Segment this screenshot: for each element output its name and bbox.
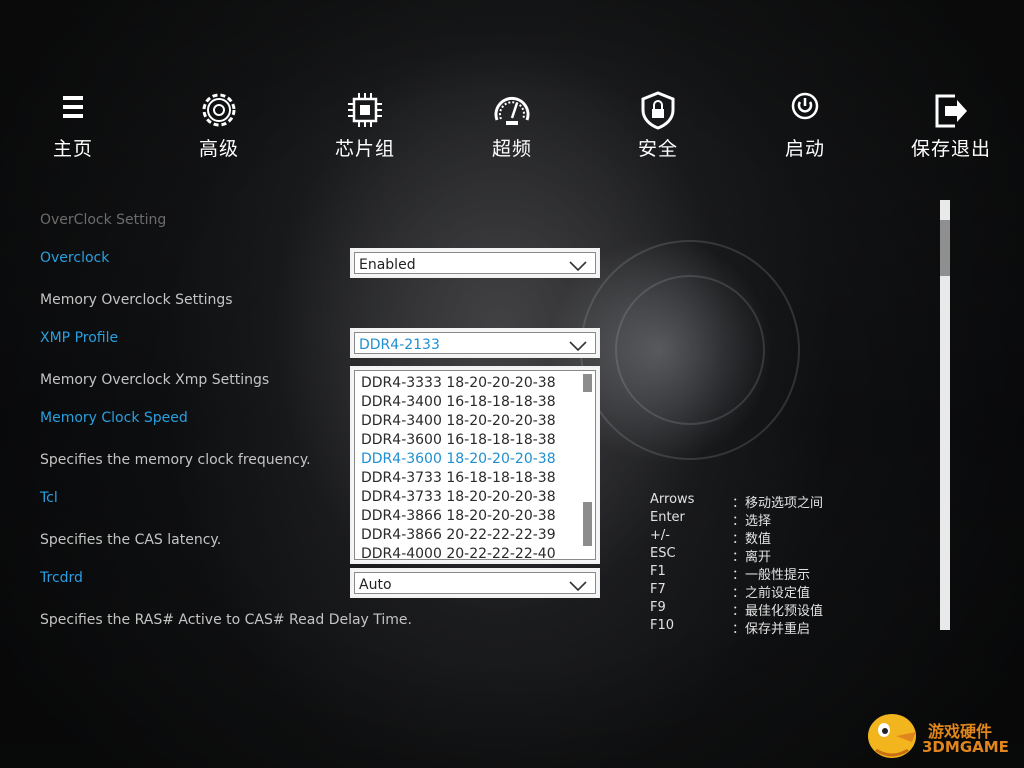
help-desc: ：数值 [732,532,772,547]
trcdrd-select-box: Auto [354,572,596,594]
dropdown-scroll-arrow-up[interactable] [583,374,592,392]
xmp-profile-dropdown[interactable]: DDR4-3333 18-20-20-20-38 DDR4-3400 16-18… [350,366,600,564]
help-desc: ：离开 [732,550,772,565]
help-desc: ：最佳化预设值 [732,604,824,619]
dropdown-option[interactable]: DDR4-3733 16-18-18-18-38 [361,469,581,488]
help-panel: Arrows ：移动选项之间 Enter ：选择 +/- ：数值 ESC ：离开 F1 ：… [650,492,900,637]
dropdown-option[interactable]: DDR4-3400 18-20-20-20-38 [361,412,581,431]
watermark-text-en: 3DMGAME [922,738,1009,756]
overclock-select-value: Enabled [359,257,416,273]
exit-icon [935,94,967,128]
gear-icon [202,93,236,127]
help-desc: ：一般性提示 [732,568,811,583]
mem-oc-settings-text: Memory Overclock Settings [40,292,233,308]
tcl-desc: Specifies the CAS latency. [40,532,222,548]
help-row: Enter ：选择 [650,510,900,529]
chip-icon [348,93,382,127]
help-key: +/- [650,528,670,543]
help-row: ESC ：离开 [650,546,900,565]
main-scroll-thumb[interactable] [940,220,950,276]
menu-icon [63,96,83,118]
help-row: F1 ：一般性提示 [650,564,900,583]
chevron-down-icon [569,261,587,272]
trcdrd-desc: Specifies the RAS# Active to CAS# Read D… [40,612,412,628]
tcl-label[interactable]: Tcl [40,490,58,506]
dropdown-option[interactable]: DDR4-3733 18-20-20-20-38 [361,488,581,507]
nav-item-label: 超频 [491,138,532,160]
nav-item-label: 高级 [198,138,239,160]
dropdown-option[interactable]: DDR4-4000 20-22-22-22-40 [361,545,581,559]
speedometer-icon [494,97,530,125]
help-desc: ：保存并重启 [732,622,811,637]
background-ring-inner [615,275,765,425]
trcdrd-select-value: Auto [359,577,392,593]
nav-item-label: 启动 [784,138,825,160]
dropdown-box: DDR4-3333 18-20-20-20-38 DDR4-3400 16-18… [354,370,596,560]
section-title: OverClock Setting [40,212,167,228]
memory-clock-speed-label[interactable]: Memory Clock Speed [40,410,188,426]
dropdown-option[interactable]: DDR4-3600 18-20-20-20-38 [361,450,581,469]
dropdown-option[interactable]: DDR4-3866 20-22-22-22-39 [361,526,581,545]
nav-item-label: 安全 [637,138,678,160]
chevron-down-icon [569,581,587,592]
dropdown-scroll-thumb[interactable] [583,502,592,546]
nav-item-label: 芯片组 [334,138,395,160]
overclock-select[interactable]: Enabled [350,248,600,278]
trcdrd-select[interactable]: Auto [350,568,600,598]
dropdown-option[interactable]: DDR4-3600 16-18-18-18-38 [361,431,581,450]
watermark-logo: 游戏硬件 3DMGAME [862,706,1012,762]
help-desc: ：移动选项之间 [732,496,824,511]
background-ring-outer [580,240,800,460]
chevron-down-icon [569,341,587,352]
main-scrollbar[interactable] [940,200,950,630]
help-row: F9 ：最佳化预设值 [650,600,900,619]
help-key: Arrows [650,492,695,507]
xmp-profile-label[interactable]: XMP Profile [40,330,118,346]
help-key: F7 [650,582,666,597]
help-row: F7 ：之前设定值 [650,582,900,601]
nav-item-save-exit[interactable]: 保存退出 [896,84,1006,164]
help-key: F10 [650,618,675,633]
dropdown-scrollbar[interactable] [583,374,592,559]
xmp-profile-select[interactable]: DDR4-2133 [350,328,600,358]
overclock-label[interactable]: Overclock [40,250,109,266]
help-key: F9 [650,600,666,615]
help-key: Enter [650,510,685,525]
help-key: ESC [650,546,676,561]
nav-item-label: 保存退出 [910,138,991,160]
top-navigation: 主页 高级 芯片组 超频 安全 启动 保存退出 [0,84,1024,164]
help-row: Arrows ：移动选项之间 [650,492,900,511]
help-desc: ：选择 [732,514,772,529]
mem-oc-xmp-settings-text: Memory Overclock Xmp Settings [40,372,270,388]
help-row: F10 ：保存并重启 [650,618,900,637]
nav-item-security[interactable]: 安全 [603,84,713,164]
help-desc: ：之前设定值 [732,586,811,601]
power-icon [791,92,819,120]
dropdown-option[interactable]: DDR4-3866 18-20-20-20-38 [361,507,581,526]
nav-item-boot[interactable]: 启动 [750,84,860,164]
dropdown-option[interactable]: DDR4-3400 16-18-18-18-38 [361,393,581,412]
nav-item-chipset[interactable]: 芯片组 [310,84,420,164]
nav-item-advanced[interactable]: 高级 [164,84,274,164]
xmp-profile-select-value: DDR4-2133 [359,337,440,353]
nav-item-overclock[interactable]: 超频 [457,84,567,164]
shield-lock-icon [641,91,675,130]
help-key: F1 [650,564,666,579]
duck-mascot-icon [868,714,916,758]
dropdown-option[interactable]: DDR4-3333 18-20-20-20-38 [361,374,581,393]
trcdrd-label[interactable]: Trcdrd [40,570,83,586]
xmp-profile-select-box: DDR4-2133 [354,332,596,354]
overclock-select-box: Enabled [354,252,596,274]
nav-item-home[interactable]: 主页 [18,84,128,164]
help-row: +/- ：数值 [650,528,900,547]
memory-clock-speed-desc: Specifies the memory clock frequency. [40,452,311,468]
nav-item-label: 主页 [52,138,93,160]
dropdown-options: DDR4-3333 18-20-20-20-38 DDR4-3400 16-18… [361,374,581,559]
